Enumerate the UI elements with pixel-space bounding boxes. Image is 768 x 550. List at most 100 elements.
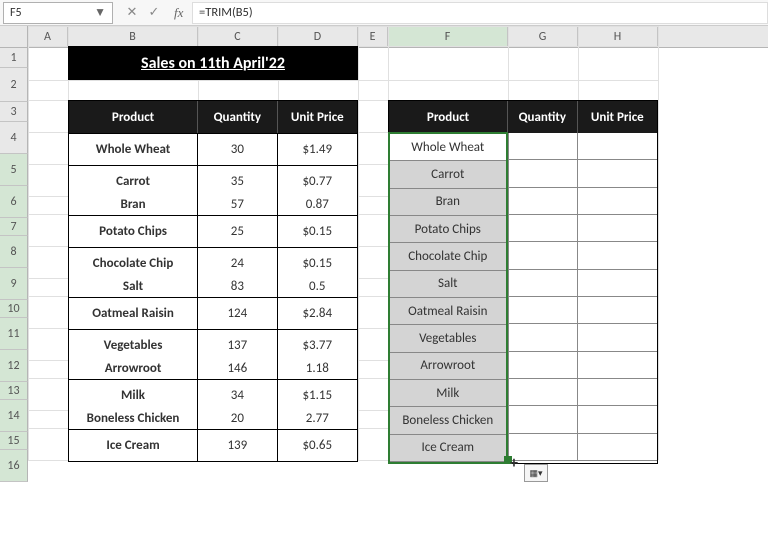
column-header-G[interactable]: G <box>508 26 578 47</box>
empty-cell[interactable] <box>577 434 657 461</box>
quantity-cell[interactable]: 137 <box>198 330 277 361</box>
quantity-cell[interactable]: 139 <box>198 430 277 461</box>
empty-cell[interactable] <box>508 352 578 379</box>
quantity-cell[interactable]: 146 <box>198 361 277 379</box>
autofill-options-button[interactable]: ▦▾ <box>524 464 548 482</box>
row-header-7[interactable]: 7 <box>0 218 28 236</box>
empty-cell[interactable] <box>508 215 578 242</box>
row-header-15[interactable]: 15 <box>0 432 28 450</box>
formula-input[interactable]: =TRIM(B5) <box>192 2 768 24</box>
product-cell[interactable]: Vegetables <box>69 330 198 361</box>
row-header-3[interactable]: 3 <box>0 102 28 122</box>
empty-cell[interactable] <box>508 160 578 187</box>
fx-icon[interactable]: fx <box>168 5 184 21</box>
column-header-A[interactable]: A <box>28 26 68 47</box>
result-cell[interactable]: Whole Wheat <box>390 134 506 161</box>
price-cell[interactable]: $3.77 <box>278 330 357 361</box>
price-cell[interactable]: $0.15 <box>278 248 357 279</box>
result-cell[interactable]: Boneless Chicken <box>390 407 506 434</box>
row-header-14[interactable]: 14 <box>0 400 28 432</box>
empty-cell[interactable] <box>577 215 657 242</box>
enter-icon[interactable]: ✓ <box>146 5 162 21</box>
row-header-2[interactable]: 2 <box>0 68 28 102</box>
fill-handle[interactable] <box>504 456 512 464</box>
quantity-cell[interactable]: 34 <box>198 380 277 411</box>
row-header-11[interactable]: 11 <box>0 318 28 350</box>
quantity-cell[interactable]: 25 <box>198 216 277 247</box>
result-cell[interactable]: Vegetables <box>390 325 506 352</box>
quantity-cell[interactable]: 124 <box>198 298 277 329</box>
empty-cell[interactable] <box>508 379 578 406</box>
column-header-H[interactable]: H <box>578 26 658 47</box>
cancel-icon[interactable]: ✕ <box>124 5 140 21</box>
price-cell[interactable]: 2.77 <box>278 411 357 429</box>
result-cell[interactable]: Milk <box>390 380 506 407</box>
empty-cell[interactable] <box>577 188 657 215</box>
row-header-16[interactable]: 16 <box>0 450 28 482</box>
product-cell[interactable]: Bran <box>69 197 198 215</box>
result-cell[interactable]: Arrowroot <box>390 353 506 380</box>
column-header-F[interactable]: F <box>388 26 508 47</box>
row-header-5[interactable]: 5 <box>0 154 28 186</box>
chevron-down-icon[interactable]: ▼ <box>94 5 106 20</box>
quantity-cell[interactable]: 24 <box>198 248 277 279</box>
price-cell[interactable]: 0.5 <box>278 279 357 297</box>
empty-cell[interactable] <box>508 406 578 433</box>
empty-cell[interactable] <box>577 133 657 160</box>
row-header-1[interactable]: 1 <box>0 48 28 68</box>
column-header-C[interactable]: C <box>198 26 278 47</box>
empty-cell[interactable] <box>577 242 657 269</box>
product-cell[interactable]: Ice Cream <box>69 430 198 461</box>
empty-cell[interactable] <box>577 406 657 433</box>
price-cell[interactable]: $1.15 <box>278 380 357 411</box>
result-cell[interactable]: Oatmeal Raisin <box>390 298 506 325</box>
price-cell[interactable]: $0.77 <box>278 166 357 197</box>
empty-cell[interactable] <box>577 270 657 297</box>
empty-cell[interactable] <box>508 270 578 297</box>
empty-cell[interactable] <box>577 324 657 351</box>
quantity-cell[interactable]: 30 <box>198 134 277 165</box>
product-cell[interactable]: Milk <box>69 380 198 411</box>
empty-cell[interactable] <box>577 160 657 187</box>
result-cell[interactable]: Carrot <box>390 161 506 188</box>
quantity-cell[interactable]: 20 <box>198 411 277 429</box>
price-cell[interactable]: 1.18 <box>278 361 357 379</box>
price-cell[interactable]: $2.84 <box>278 298 357 329</box>
empty-cell[interactable] <box>577 297 657 324</box>
result-cell[interactable]: Potato Chips <box>390 216 506 243</box>
empty-cell[interactable] <box>508 188 578 215</box>
name-box[interactable]: F5 ▼ <box>3 2 113 24</box>
price-cell[interactable]: $1.49 <box>278 134 357 165</box>
empty-cell[interactable] <box>577 352 657 379</box>
price-cell[interactable]: 0.87 <box>278 197 357 215</box>
row-header-13[interactable]: 13 <box>0 382 28 400</box>
quantity-cell[interactable]: 35 <box>198 166 277 197</box>
empty-cell[interactable] <box>508 434 578 461</box>
empty-cell[interactable] <box>508 133 578 160</box>
row-header-9[interactable]: 9 <box>0 268 28 300</box>
empty-cell[interactable] <box>508 242 578 269</box>
empty-cell[interactable] <box>508 297 578 324</box>
empty-cell[interactable] <box>508 324 578 351</box>
result-cell[interactable]: Bran <box>390 189 506 216</box>
result-cell[interactable]: Salt <box>390 271 506 298</box>
product-cell[interactable]: Chocolate Chip <box>69 248 198 279</box>
column-header-B[interactable]: B <box>68 26 198 47</box>
row-header-6[interactable]: 6 <box>0 186 28 218</box>
product-cell[interactable]: Salt <box>69 279 198 297</box>
row-header-4[interactable]: 4 <box>0 122 28 154</box>
product-cell[interactable]: Carrot <box>69 166 198 197</box>
product-cell[interactable]: Boneless Chicken <box>69 411 198 429</box>
product-cell[interactable]: Arrowroot <box>69 361 198 379</box>
price-cell[interactable]: $0.65 <box>278 430 357 461</box>
row-header-12[interactable]: 12 <box>0 350 28 382</box>
quantity-cell[interactable]: 83 <box>198 279 277 297</box>
quantity-cell[interactable]: 57 <box>198 197 277 215</box>
column-header-E[interactable]: E <box>358 26 388 47</box>
select-all-corner[interactable] <box>0 26 28 47</box>
result-cell[interactable]: Ice Cream <box>390 435 506 462</box>
result-cell[interactable]: Chocolate Chip <box>390 243 506 270</box>
column-header-D[interactable]: D <box>278 26 358 47</box>
product-cell[interactable]: Whole Wheat <box>69 134 198 165</box>
row-header-10[interactable]: 10 <box>0 300 28 318</box>
